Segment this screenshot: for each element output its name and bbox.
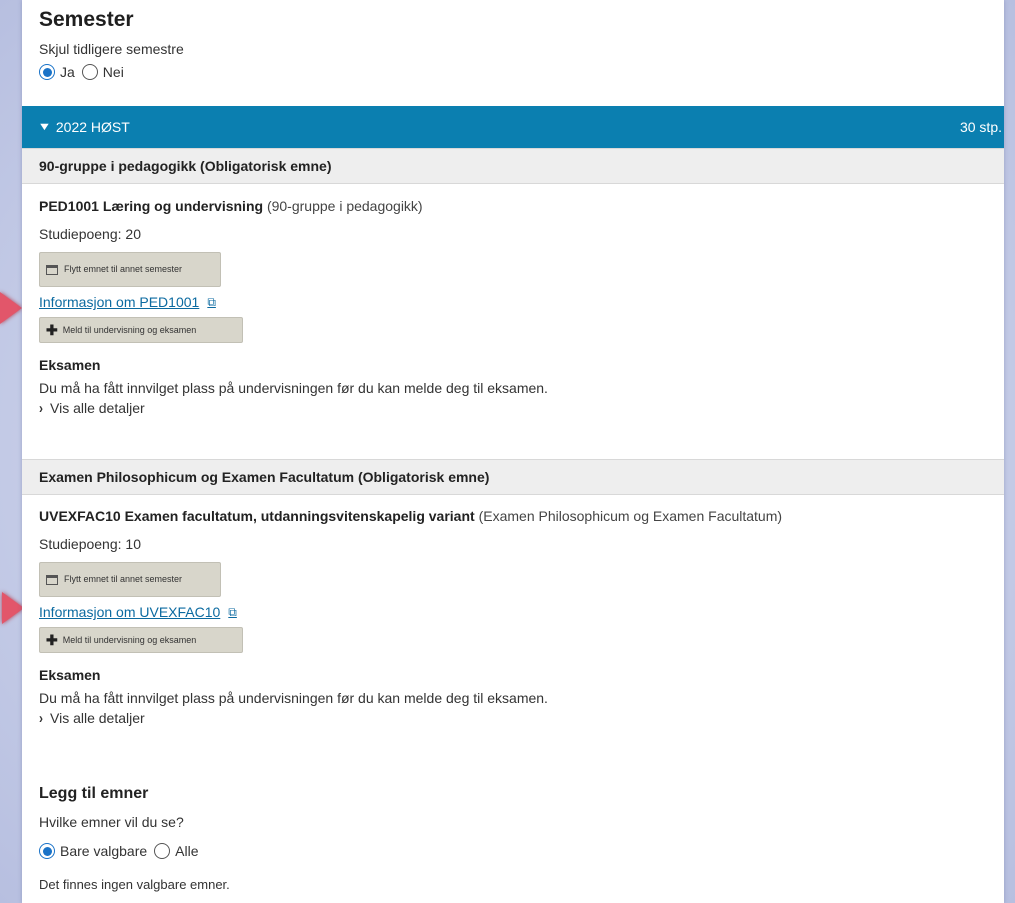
course-info-link[interactable]: Informasjon om PED1001 ⧉ <box>39 292 999 312</box>
course-group-ref: (90-gruppe i pedagogikk) <box>266 198 423 214</box>
no-courses-text: Det finnes ingen valgbare emner. <box>39 877 230 892</box>
radio-ja[interactable] <box>39 64 55 80</box>
course-block: UVEXFAC10 Examen facultatum, utdanningsv… <box>39 505 999 726</box>
plus-icon: ✚ <box>46 632 58 648</box>
course-group-ref: (Examen Philosophicum og Examen Facultat… <box>478 508 783 524</box>
course-code-name: UVEXFAC10 Examen facultatum, utdanningsv… <box>39 508 475 524</box>
annotation-arrow <box>0 292 22 324</box>
add-courses-heading: Legg til emner <box>39 785 149 802</box>
annotation-arrow <box>2 592 24 624</box>
register-label: Meld til undervisning og eksamen <box>62 325 197 335</box>
radio-nei[interactable] <box>81 64 98 80</box>
course-group-header: 90-gruppe i pedagogikk (Obligatorisk emn… <box>22 148 1004 184</box>
chevron-down-icon: ▼ <box>37 121 52 133</box>
radio-nei-label[interactable]: Nei <box>103 64 124 80</box>
chevron-right-icon: › <box>39 709 43 727</box>
course-block: PED1001 Læring og undervisning (90-grupp… <box>39 195 999 416</box>
exam-text: Du må ha fått innvilget plass på undervi… <box>39 690 548 706</box>
show-details-toggle[interactable]: › Vis alle detaljer <box>39 399 999 417</box>
exam-heading: Eksamen <box>39 667 101 683</box>
add-courses-question: Hvilke emner vil du se? <box>39 814 184 830</box>
hide-previous-radio-group: Ja Nei <box>39 62 1004 82</box>
course-info-link-text[interactable]: Informasjon om UVEXFAC10 <box>39 604 220 620</box>
register-label: Meld til undervisning og eksamen <box>62 635 197 645</box>
show-details-label[interactable]: Vis alle detaljer <box>50 400 145 416</box>
exam-heading: Eksamen <box>39 357 101 373</box>
semester-credits: 30 stp. <box>959 119 1002 135</box>
move-course-button[interactable]: Flytt emnet til annet semester <box>39 252 221 287</box>
semester-bar[interactable]: ▼ 2022 HØST 30 stp. <box>22 106 1004 148</box>
chevron-right-icon: › <box>39 399 43 417</box>
exam-text: Du må ha fått innvilget plass på undervi… <box>39 380 548 396</box>
register-button[interactable]: ✚ Meld til undervisning og eksamen <box>39 317 243 343</box>
radio-alle[interactable] <box>154 843 171 859</box>
study-plan-panel: Semester Skjul tidligere semestre Ja Nei… <box>22 0 1004 903</box>
move-course-button[interactable]: Flytt emnet til annet semester <box>39 562 221 597</box>
course-title: UVEXFAC10 Examen facultatum, utdanningsv… <box>39 505 999 527</box>
register-button[interactable]: ✚ Meld til undervisning og eksamen <box>39 627 243 653</box>
add-courses-radio-group: Bare valgbare Alle <box>39 840 206 862</box>
calendar-icon <box>46 574 58 585</box>
plus-icon: ✚ <box>46 322 58 338</box>
course-info-link-text[interactable]: Informasjon om PED1001 <box>39 294 199 310</box>
radio-ja-label[interactable]: Ja <box>60 64 75 80</box>
semester-heading: Semester <box>39 8 134 31</box>
course-info-link[interactable]: Informasjon om UVEXFAC10 ⧉ <box>39 602 999 622</box>
radio-bare-valgbare-label[interactable]: Bare valgbare <box>60 843 147 859</box>
course-title: PED1001 Læring og undervisning (90-grupp… <box>39 195 999 217</box>
course-credits: Studiepoeng: 10 <box>39 536 141 552</box>
move-course-label: Flytt emnet til annet semester <box>64 574 183 584</box>
course-group-header: Examen Philosophicum og Examen Facultatu… <box>22 459 1004 495</box>
semester-label: 2022 HØST <box>55 119 130 135</box>
radio-alle-label[interactable]: Alle <box>175 843 198 859</box>
course-credits: Studiepoeng: 20 <box>39 226 141 242</box>
show-details-toggle[interactable]: › Vis alle detaljer <box>39 709 999 727</box>
show-details-label[interactable]: Vis alle detaljer <box>50 710 145 726</box>
hide-previous-label: Skjul tidligere semestre <box>39 41 184 57</box>
course-code-name: PED1001 Læring og undervisning <box>39 198 264 214</box>
move-course-label: Flytt emnet til annet semester <box>64 264 183 274</box>
calendar-icon <box>46 264 58 275</box>
external-link-icon: ⧉ <box>207 294 216 309</box>
radio-bare-valgbare[interactable] <box>39 843 55 859</box>
external-link-icon: ⧉ <box>228 604 237 619</box>
